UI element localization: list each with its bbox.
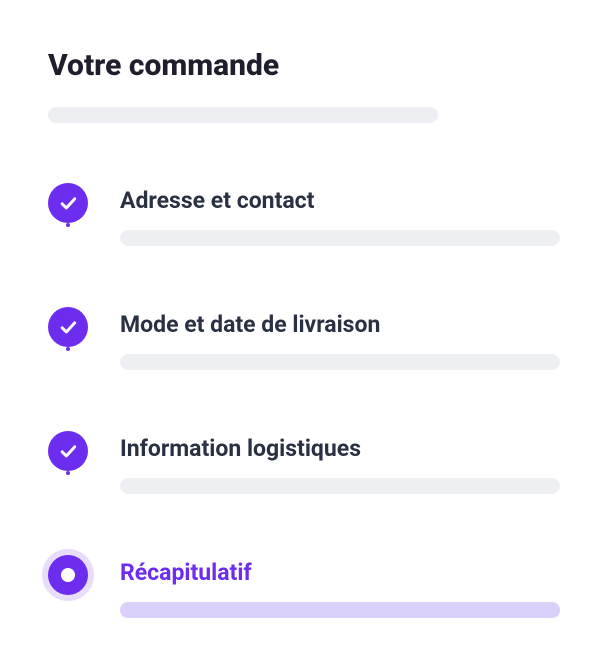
step-title: Adresse et contact: [120, 187, 560, 214]
step-title: Mode et date de livraison: [120, 311, 560, 338]
step-content: Information logistiques: [120, 431, 560, 494]
step-marker: [48, 555, 88, 595]
step-logistics-info[interactable]: Information logistiques: [48, 431, 560, 555]
step-connector: [66, 471, 70, 475]
step-circle-completed: [48, 431, 88, 471]
check-icon: [58, 441, 78, 461]
header: Votre commande: [48, 48, 560, 123]
step-circle-completed: [48, 183, 88, 223]
step-marker: [48, 307, 88, 347]
step-marker: [48, 183, 88, 223]
step-summary[interactable]: Récapitulatif: [48, 555, 560, 618]
step-connector: [66, 223, 70, 227]
step-title: Récapitulatif: [120, 559, 560, 586]
step-placeholder: [120, 602, 560, 618]
check-icon: [58, 317, 78, 337]
step-content: Adresse et contact: [120, 183, 560, 246]
header-placeholder: [48, 107, 438, 123]
step-content: Mode et date de livraison: [120, 307, 560, 370]
step-placeholder: [120, 230, 560, 246]
check-icon: [58, 193, 78, 213]
step-circle-completed: [48, 307, 88, 347]
dot-icon: [61, 568, 75, 582]
step-marker: [48, 431, 88, 471]
step-delivery-mode[interactable]: Mode et date de livraison: [48, 307, 560, 431]
step-placeholder: [120, 478, 560, 494]
step-title: Information logistiques: [120, 435, 560, 462]
steps-list: Adresse et contact Mode et date de livra…: [48, 183, 560, 618]
step-content: Récapitulatif: [120, 555, 560, 618]
step-placeholder: [120, 354, 560, 370]
step-circle-current: [48, 555, 88, 595]
step-address-contact[interactable]: Adresse et contact: [48, 183, 560, 307]
page-title: Votre commande: [48, 48, 560, 83]
step-connector: [66, 347, 70, 351]
